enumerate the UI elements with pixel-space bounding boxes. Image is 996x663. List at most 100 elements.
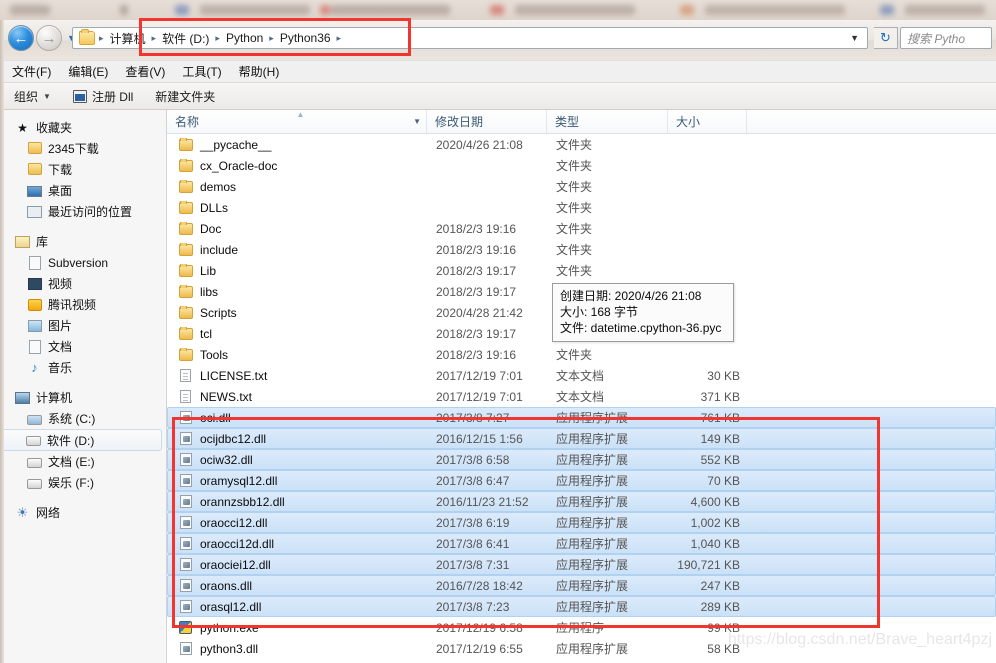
sidebar-item-tencent-video[interactable]: 腾讯视频	[0, 294, 166, 315]
file-type-cell: 文件夹	[556, 222, 593, 236]
table-row[interactable]: Doc 2018/2/3 19:16 文件夹	[167, 218, 996, 239]
chevron-down-icon[interactable]: ▼	[413, 117, 421, 126]
music-icon: ♪	[31, 360, 38, 375]
sidebar-item-recent-places[interactable]: 最近访问的位置	[0, 201, 166, 222]
table-row[interactable]: ocijdbc12.dll 2016/12/15 1:56 应用程序扩展 149 KB	[167, 428, 996, 449]
pictures-icon	[26, 318, 43, 333]
file-name-label: tcl	[200, 326, 212, 341]
sidebar-header-computer[interactable]: 计算机	[0, 387, 166, 408]
folder-icon	[177, 305, 194, 319]
sidebar-item-2345-downloads[interactable]: 2345下载	[0, 138, 166, 159]
file-type-cell: 文件夹	[556, 348, 593, 362]
sidebar-item-drive-d[interactable]: 软件 (D:)	[2, 429, 162, 451]
file-size-cell: 149 KB	[700, 431, 740, 446]
file-type-cell: 应用程序扩展	[556, 453, 629, 467]
table-row[interactable]: oraocci12.dll 2017/3/8 6:19 应用程序扩展 1,002 KB	[167, 512, 996, 533]
table-row[interactable]: cx_Oracle-doc 文件夹	[167, 155, 996, 176]
sidebar-item-pictures[interactable]: 图片	[0, 315, 166, 336]
file-name-cell: tcl	[168, 326, 428, 341]
library-icon	[14, 234, 31, 249]
breadcrumb-item-python36[interactable]: Python36 ▸	[275, 29, 342, 47]
table-row[interactable]: oramysql12.dll 2017/3/8 6:47 应用程序扩展 70 KB	[167, 470, 996, 491]
column-header-date-modified[interactable]: 修改日期	[427, 110, 547, 133]
menu-item-edit[interactable]: 编辑(E)	[68, 63, 108, 80]
table-row[interactable]: orannzsbb12.dll 2016/11/23 21:52 应用程序扩展 4,6…	[167, 491, 996, 512]
navigation-buttons: ← → ▼	[8, 25, 76, 51]
sidebar-item-documents[interactable]: 文档	[0, 336, 166, 357]
table-row[interactable]: oraons.dll 2016/7/28 18:42 应用程序扩展 247 KB	[167, 575, 996, 596]
sidebar-header-libraries[interactable]: 库	[0, 231, 166, 252]
menu-item-tools[interactable]: 工具(T)	[182, 63, 221, 80]
folder-icon	[177, 200, 194, 214]
back-button[interactable]: ←	[8, 25, 34, 51]
file-size-cell: 1,040 KB	[690, 536, 740, 551]
table-row[interactable]: DLLs 文件夹	[167, 197, 996, 218]
file-name-label: Scripts	[200, 305, 237, 320]
file-type-cell: 应用程序扩展	[556, 516, 629, 530]
sidebar-label: 系统 (C:)	[48, 412, 96, 426]
folder-icon	[79, 29, 95, 45]
sidebar-item-downloads[interactable]: 下载	[0, 159, 166, 180]
table-row[interactable]: oraociei12.dll 2017/3/8 7:31 应用程序扩展 190,721…	[167, 554, 996, 575]
table-row[interactable]: NEWS.txt 2017/12/19 7:01 文本文档 371 KB	[167, 386, 996, 407]
menu-item-file[interactable]: 文件(F)	[12, 63, 51, 80]
breadcrumb-item-python[interactable]: Python ▸	[221, 29, 275, 47]
file-type-cell: 应用程序扩展	[556, 495, 629, 509]
file-name-label: oraons.dll	[200, 578, 253, 593]
sidebar-item-desktop[interactable]: 桌面	[0, 180, 166, 201]
column-header-size[interactable]: 大小	[668, 110, 747, 133]
table-row[interactable]: __pycache__ 2020/4/26 21:08 文件夹	[167, 134, 996, 155]
breadcrumb-bar[interactable]: ▸ 计算机 ▸ 软件 (D:) ▸ Python ▸ Python36 ▸ ▼	[72, 27, 868, 49]
dll-file-icon	[177, 453, 194, 466]
blurred-browser-tabstrip	[0, 0, 996, 20]
folder-icon	[177, 179, 194, 193]
table-row[interactable]: orasql12.dll 2017/3/8 7:23 应用程序扩展 289 KB	[167, 596, 996, 617]
file-name-cell: oci.dll	[168, 411, 428, 425]
file-list-pane: ▲ 名称 ▼ 修改日期 类型 大小 __pycache__ 2020/4/26 …	[167, 110, 996, 663]
file-name-label: Doc	[200, 221, 222, 236]
table-row[interactable]: oraocci12d.dll 2017/3/8 6:41 应用程序扩展 1,040 K…	[167, 533, 996, 554]
file-date-cell: 2018/2/3 19:17	[436, 326, 517, 341]
table-row[interactable]: Tools 2018/2/3 19:16 文件夹	[167, 344, 996, 365]
sidebar-label: 音乐	[48, 361, 73, 375]
sidebar-item-drive-c[interactable]: 系统 (C:)	[0, 408, 166, 429]
sidebar-header-network[interactable]: ☀ 网络	[0, 502, 166, 523]
column-label: 修改日期	[435, 115, 484, 129]
column-header-type[interactable]: 类型	[547, 110, 668, 133]
new-folder-button[interactable]: 新建文件夹	[155, 88, 215, 105]
table-row[interactable]: demos 文件夹	[167, 176, 996, 197]
breadcrumb-item-drive-d[interactable]: 软件 (D:) ▸	[157, 28, 221, 49]
table-row[interactable]: include 2018/2/3 19:16 文件夹	[167, 239, 996, 260]
file-name-label: oci.dll	[200, 410, 231, 425]
column-header-name[interactable]: ▲ 名称 ▼	[167, 110, 427, 133]
menu-item-view[interactable]: 查看(V)	[125, 63, 165, 80]
file-type-cell: 应用程序扩展	[556, 474, 629, 488]
breadcrumb-label: Python36	[279, 31, 331, 45]
register-dll-label: 注册 Dll	[91, 89, 134, 104]
sidebar-item-drive-e[interactable]: 文档 (E:)	[0, 451, 166, 472]
menu-item-help[interactable]: 帮助(H)	[239, 63, 280, 80]
file-date-cell: 2016/11/23 21:52	[436, 494, 529, 509]
document-icon	[26, 254, 43, 271]
search-input[interactable]: 搜索 Pytho	[900, 27, 992, 49]
chevron-right-icon[interactable]: ▸	[336, 33, 343, 44]
table-row[interactable]: Lib 2018/2/3 19:17 文件夹	[167, 260, 996, 281]
register-dll-button[interactable]: 注册 Dll	[72, 88, 134, 105]
table-row[interactable]: ociw32.dll 2017/3/8 6:58 应用程序扩展 552 KB	[167, 449, 996, 470]
forward-button[interactable]: →	[36, 25, 62, 51]
organize-button[interactable]: 组织 ▼	[14, 88, 51, 105]
sidebar-item-drive-f[interactable]: 娱乐 (F:)	[0, 472, 166, 493]
refresh-button[interactable]: ↻	[874, 27, 898, 49]
address-dropdown-icon[interactable]: ▼	[844, 33, 865, 43]
breadcrumb-item-computer[interactable]: 计算机 ▸	[105, 28, 158, 49]
sidebar-item-videos[interactable]: 视频	[0, 273, 166, 294]
table-row[interactable]: LICENSE.txt 2017/12/19 7:01 文本文档 30 KB	[167, 365, 996, 386]
table-row[interactable]: oci.dll 2017/3/8 7:27 应用程序扩展 761 KB	[167, 407, 996, 428]
sidebar-item-music[interactable]: ♪ 音乐	[0, 357, 166, 378]
sidebar-item-subversion[interactable]: Subversion	[0, 252, 166, 273]
folder-icon	[177, 263, 194, 277]
sidebar-header-favorites[interactable]: ★ 收藏夹	[0, 117, 166, 138]
file-date-cell: 2016/12/15 1:56	[436, 431, 523, 446]
file-name-cell: Tools	[168, 347, 428, 362]
file-name-cell: ociw32.dll	[168, 453, 428, 467]
